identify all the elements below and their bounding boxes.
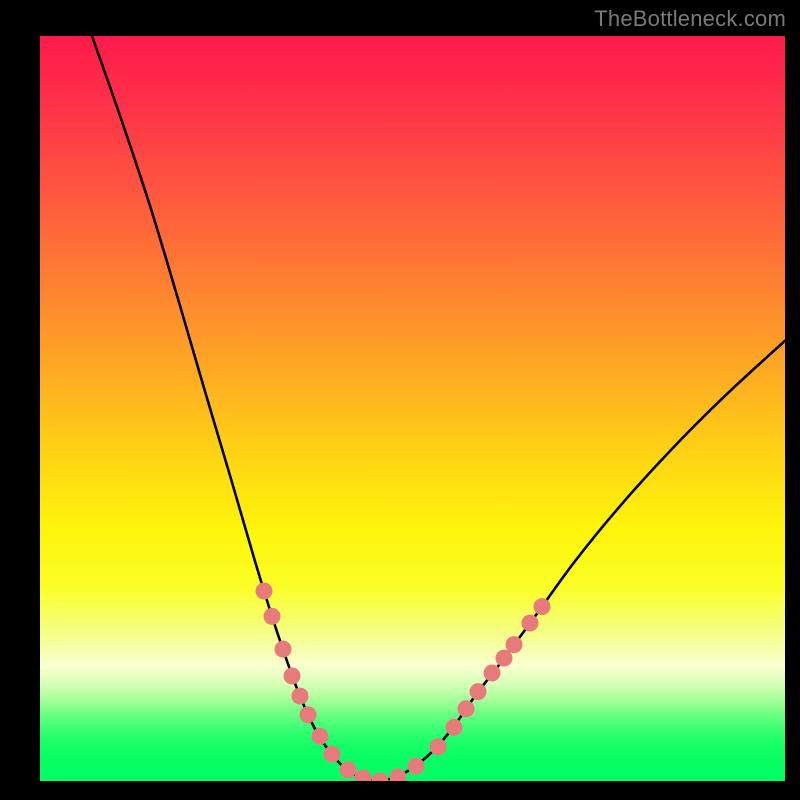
highlight-dot [484,664,501,681]
highlight-dot [312,728,329,745]
highlight-dot [470,683,487,700]
highlight-dot [372,773,389,782]
highlight-dot [340,761,357,778]
highlight-dot [324,746,341,763]
highlight-dot [458,700,475,717]
highlight-dot [446,719,463,736]
plot-svg [40,36,785,781]
highlight-dots [256,583,551,781]
plot-area [40,36,785,781]
highlight-dot [355,770,372,781]
highlight-dot [264,608,281,625]
highlight-dot [430,738,447,755]
chart-frame: TheBottleneck.com [0,0,800,800]
watermark-text: TheBottleneck.com [594,6,786,32]
bottleneck-curve [92,36,785,781]
highlight-dot [506,636,523,653]
highlight-dot [292,688,309,705]
highlight-dot [390,768,407,781]
highlight-dot [284,667,301,684]
highlight-dot [300,706,317,723]
highlight-dot [256,583,273,600]
highlight-dot [408,758,425,775]
highlight-dot [534,598,551,615]
highlight-dot [275,641,292,658]
highlight-dot [522,615,539,632]
